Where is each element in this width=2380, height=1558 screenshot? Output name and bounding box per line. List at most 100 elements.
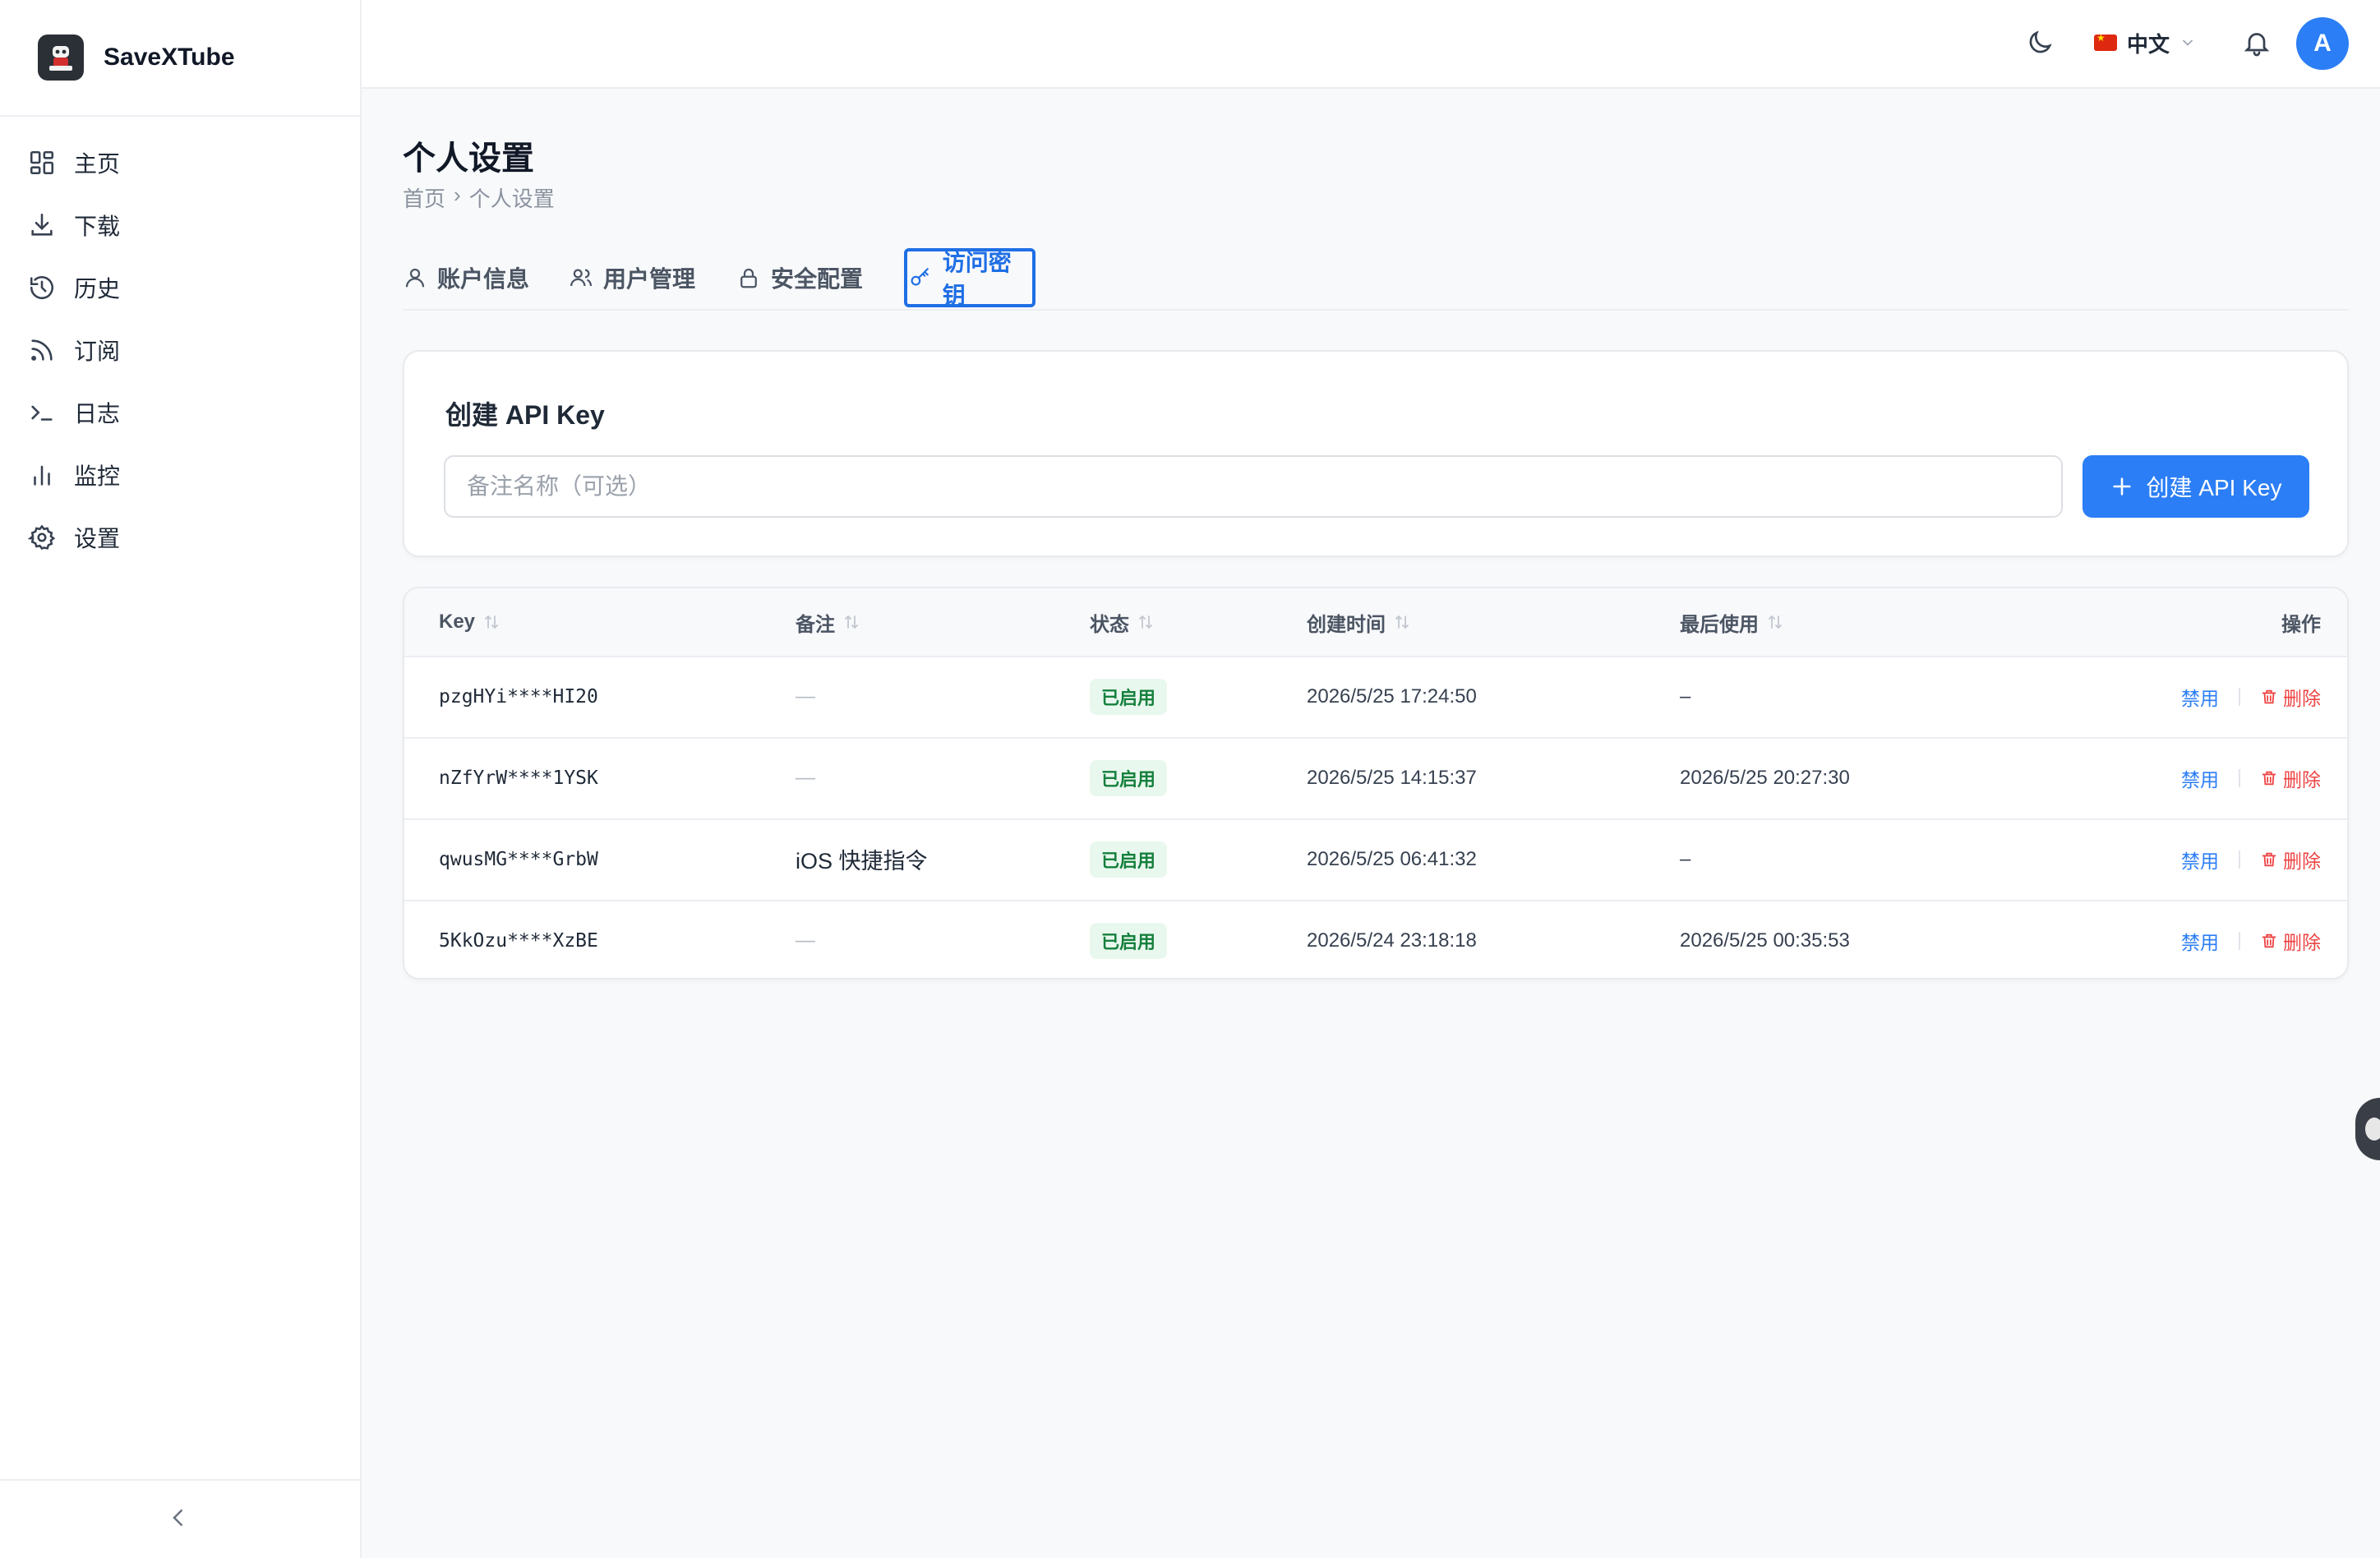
- table-row: qwusMG****GrbW iOS 快捷指令 已启用 2026/5/25 06…: [404, 818, 2347, 901]
- sidebar-item-monitor[interactable]: 监控: [0, 444, 360, 506]
- actions-cell: 禁用 删除: [2181, 737, 2321, 818]
- disable-button[interactable]: 禁用: [2181, 846, 2219, 873]
- sidebar-nav: 主页 下载 历史 订阅 日志 监控 设置: [0, 131, 360, 569]
- sidebar-item-home[interactable]: 主页: [0, 131, 360, 194]
- sidebar-footer-divider: [0, 1479, 360, 1481]
- sidebar-item-subscriptions[interactable]: 订阅: [0, 319, 360, 381]
- sidebar-item-label: 下载: [74, 214, 121, 239]
- tab-label: 用户管理: [603, 266, 696, 292]
- key-cell: nZfYrW****1YSK: [439, 767, 598, 789]
- sidebar-item-download[interactable]: 下载: [0, 194, 360, 256]
- status-badge: 已启用: [1090, 678, 1168, 715]
- create-card-title: 创建 API Key: [445, 400, 605, 430]
- disable-button[interactable]: 禁用: [2181, 683, 2219, 711]
- floating-assistant-button[interactable]: [2355, 1098, 2380, 1160]
- delete-button[interactable]: 删除: [2260, 764, 2321, 792]
- tab-security[interactable]: 安全配置: [736, 248, 879, 307]
- column-label: Key: [439, 611, 476, 633]
- delete-button[interactable]: 删除: [2260, 846, 2321, 873]
- breadcrumb-home[interactable]: 首页: [403, 182, 445, 213]
- create-api-key-card: 创建 API Key 创建 API Key: [403, 350, 2349, 557]
- note-cell: iOS 快捷指令: [796, 849, 928, 873]
- note-cell: —: [796, 685, 815, 708]
- settings-tabs: 账户信息 用户管理 安全配置 访问密钥: [403, 248, 2349, 311]
- key-icon: [911, 268, 929, 286]
- table-row: 5KkOzu****XzBE — 已启用 2026/5/24 23:18:18 …: [404, 900, 2347, 978]
- gear-icon: [28, 524, 56, 550]
- user-avatar[interactable]: A: [2296, 17, 2349, 70]
- assistant-avatar-icon: [2365, 1118, 2380, 1141]
- sidebar-item-label: 历史: [74, 276, 121, 302]
- sidebar-item-label: 监控: [74, 463, 121, 489]
- trash-icon: [2262, 852, 2276, 866]
- breadcrumb-current: 个人设置: [468, 187, 555, 211]
- delete-button[interactable]: 删除: [2260, 927, 2321, 955]
- sidebar-item-settings[interactable]: 设置: [0, 506, 360, 569]
- sidebar-item-label: 设置: [74, 526, 121, 551]
- column-header-note[interactable]: 备注: [796, 588, 861, 656]
- language-selector[interactable]: 中文: [2094, 26, 2196, 59]
- delete-button[interactable]: 删除: [2260, 683, 2321, 711]
- sort-icon: [1769, 615, 1782, 629]
- column-header-created[interactable]: 创建时间: [1307, 588, 1412, 656]
- sidebar-divider: [0, 115, 360, 117]
- sort-icon: [845, 615, 858, 629]
- breadcrumb-separator: ›: [454, 182, 461, 207]
- created-cell: 2026/5/24 23:18:18: [1307, 929, 1477, 952]
- dashboard-icon: [30, 150, 54, 175]
- key-cell: pzgHYi****HI20: [439, 685, 598, 708]
- app-name: SaveXTube: [104, 44, 235, 71]
- terminal-icon: [31, 405, 53, 421]
- chevron-down-icon: [2183, 39, 2193, 46]
- dark-mode-toggle-icon[interactable]: [2025, 28, 2055, 58]
- table-row: nZfYrW****1YSK — 已启用 2026/5/25 14:15:37 …: [404, 737, 2347, 820]
- top-bar: [362, 0, 2380, 89]
- rss-icon: [31, 339, 53, 361]
- brand[interactable]: SaveXTube: [38, 34, 235, 81]
- last-used-cell: –: [1680, 685, 1691, 708]
- column-label: 最后使用: [1680, 613, 1759, 636]
- disable-button[interactable]: 禁用: [2181, 764, 2219, 792]
- sidebar-item-label: 主页: [74, 151, 121, 177]
- lock-icon: [740, 268, 757, 288]
- created-cell: 2026/5/25 14:15:37: [1307, 766, 1477, 789]
- sidebar-item-logs[interactable]: 日志: [0, 381, 360, 444]
- status-badge: 已启用: [1090, 841, 1168, 878]
- sort-icon: [1395, 615, 1409, 629]
- user-icon: [405, 268, 425, 288]
- column-header-status[interactable]: 状态: [1090, 588, 1155, 656]
- column-header-last-used[interactable]: 最后使用: [1680, 588, 1785, 656]
- delete-label: 删除: [2283, 931, 2321, 953]
- note-name-input[interactable]: [444, 455, 2063, 518]
- bar-chart-icon: [34, 465, 50, 486]
- sort-icon: [485, 615, 498, 629]
- sidebar-item-history[interactable]: 历史: [0, 256, 360, 319]
- page-title: 个人设置: [403, 141, 534, 177]
- column-header-key[interactable]: Key: [439, 588, 501, 656]
- delete-label: 删除: [2283, 768, 2321, 791]
- column-header-actions: 操作: [2281, 588, 2321, 656]
- users-icon: [570, 269, 593, 287]
- tab-access-keys[interactable]: 访问密钥: [904, 248, 1035, 308]
- action-divider: [2239, 768, 2240, 787]
- action-divider: [2239, 931, 2240, 950]
- collapse-sidebar-icon[interactable]: [166, 1505, 191, 1530]
- plus-icon: [2112, 477, 2131, 496]
- app-logo: [38, 35, 84, 81]
- status-badge: 已启用: [1090, 759, 1168, 796]
- tab-label: 安全配置: [771, 266, 864, 292]
- history-icon: [30, 276, 54, 300]
- tab-label: 访问密钥: [942, 250, 1012, 308]
- api-keys-table: Key 备注 状态 创建时间 最后使用 操作 pzgHYi****HI20 — …: [403, 587, 2349, 980]
- create-api-key-button[interactable]: 创建 API Key: [2082, 455, 2309, 518]
- tab-user-management[interactable]: 用户管理: [569, 248, 712, 307]
- column-label: 备注: [796, 613, 835, 636]
- note-cell: —: [796, 929, 815, 952]
- status-badge: 已启用: [1090, 922, 1168, 959]
- tab-account-info[interactable]: 账户信息: [403, 248, 542, 307]
- bell-icon[interactable]: [2242, 28, 2272, 58]
- disable-button[interactable]: 禁用: [2181, 927, 2219, 955]
- language-label: 中文: [2127, 31, 2170, 57]
- china-flag-icon: [2094, 32, 2117, 51]
- column-label: 创建时间: [1307, 613, 1386, 636]
